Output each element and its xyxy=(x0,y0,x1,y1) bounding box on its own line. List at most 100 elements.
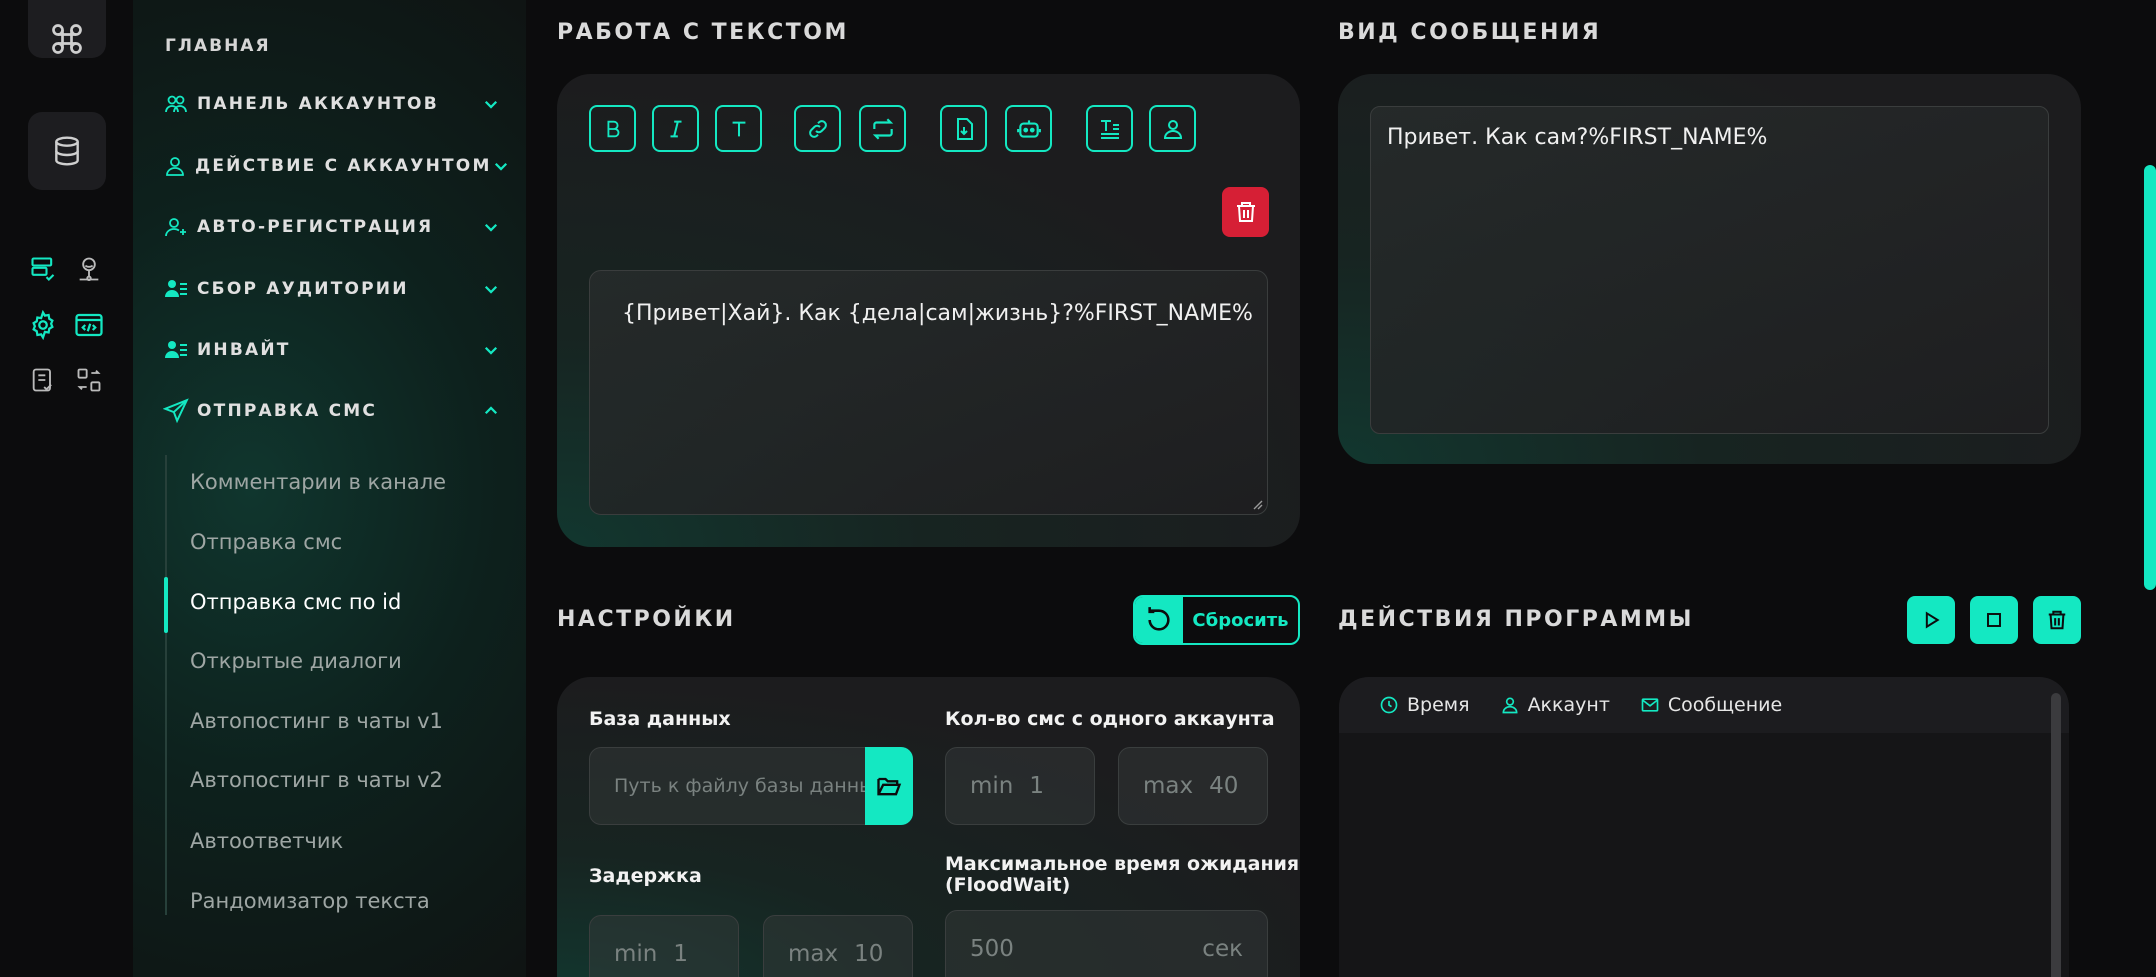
database-path-placeholder: Путь к файлу базы данных xyxy=(614,775,886,797)
message-preview-title: ВИД СООБЩЕНИЯ xyxy=(1338,20,1602,45)
italic-button[interactable] xyxy=(652,105,699,152)
delay-max-label: max xyxy=(788,941,839,967)
sidebar-section-label: ОТПРАВКА СМС xyxy=(197,401,378,421)
delay-min-value: 1 xyxy=(673,941,689,967)
gear-icon xyxy=(32,310,54,340)
file-import-icon xyxy=(956,117,973,140)
bot-button[interactable] xyxy=(1005,105,1052,152)
send-icon xyxy=(163,398,189,424)
settings-title: НАСТРОЙКИ xyxy=(557,607,736,632)
bold-icon xyxy=(607,120,619,137)
floodwait-unit: сек xyxy=(1202,936,1243,962)
clear-log-button[interactable] xyxy=(2033,596,2081,644)
log-column-time-label: Время xyxy=(1407,694,1470,716)
server-check-icon xyxy=(31,257,55,281)
log-column-message: Сообщение xyxy=(1640,694,1782,716)
sms-max-input[interactable]: max 40 xyxy=(1118,747,1268,825)
trash-icon xyxy=(2048,610,2066,630)
database-button[interactable] xyxy=(28,112,106,190)
user-variable-button[interactable] xyxy=(1149,105,1196,152)
sidebar-section-invite[interactable]: ИНВАЙТ xyxy=(163,330,503,370)
sms-per-account-label: Кол-во смс с одного аккаунта xyxy=(945,708,1275,730)
chevron-down-icon xyxy=(479,338,503,362)
sidebar-section-label: ДЕЙСТВИЕ С АККАУНТОМ xyxy=(195,156,492,176)
sidebar-item-channel-comments[interactable]: Комментарии в канале xyxy=(190,470,446,494)
reset-button[interactable]: Сбросить xyxy=(1133,595,1300,645)
code-window-icon xyxy=(75,313,103,337)
sidebar-section-send-sms[interactable]: ОТПРАВКА СМС xyxy=(163,391,503,431)
log-column-account: Аккаунт xyxy=(1500,694,1610,716)
repeat-icon xyxy=(872,117,893,140)
sms-min-input[interactable]: min 1 xyxy=(945,747,1095,825)
log-column-message-label: Сообщение xyxy=(1667,694,1783,716)
sidebar-section-audience-collection[interactable]: СБОР АУДИТОРИИ xyxy=(163,269,503,309)
sms-max-label: max xyxy=(1143,773,1194,799)
browse-database-button[interactable] xyxy=(865,747,913,825)
sidebar-home-link[interactable]: ГЛАВНАЯ xyxy=(165,36,271,56)
sidebar-item-autoresponder[interactable]: Автоответчик xyxy=(190,829,343,853)
document-check-icon xyxy=(32,368,52,392)
sidebar: ГЛАВНАЯ ПАНЕЛЬ АККАУНТОВ ДЕЙСТВИЕ С АККА… xyxy=(133,0,526,977)
repeat-button[interactable] xyxy=(859,105,906,152)
bold-button[interactable] xyxy=(589,105,636,152)
user-plus-icon xyxy=(163,214,189,240)
user-list-icon xyxy=(163,337,189,363)
text-format-button[interactable] xyxy=(1086,105,1133,152)
stop-icon xyxy=(1987,613,2001,627)
text-button[interactable] xyxy=(715,105,762,152)
page-scrollbar[interactable] xyxy=(2144,165,2156,590)
chevron-down-icon xyxy=(492,154,510,178)
trash-icon xyxy=(1236,202,1255,222)
submenu-line xyxy=(165,455,167,915)
transfer-button[interactable] xyxy=(74,365,104,395)
delay-min-input[interactable]: min 1 xyxy=(589,915,739,977)
settings-button[interactable] xyxy=(28,310,58,340)
resize-handle-icon[interactable] xyxy=(1251,498,1263,510)
folder-open-icon xyxy=(877,777,902,796)
sidebar-item-send-sms-by-id[interactable]: Отправка смс по id xyxy=(190,590,401,614)
start-button[interactable] xyxy=(1907,596,1955,644)
text-input-value: {Привет|Хай}. Как {дела|сам|жизнь}?%FIRS… xyxy=(622,301,1253,326)
sidebar-item-open-dialogs[interactable]: Открытые диалоги xyxy=(190,649,402,673)
sidebar-item-autoposting-v2[interactable]: Автопостинг в чаты v2 xyxy=(190,768,443,792)
chevron-up-icon xyxy=(479,399,503,423)
sidebar-item-send-sms[interactable]: Отправка смс xyxy=(190,530,342,554)
text-input-area[interactable]: {Привет|Хай}. Как {дела|сам|жизнь}?%FIRS… xyxy=(589,270,1268,515)
code-window-button[interactable] xyxy=(74,310,104,340)
program-actions-title: ДЕЙСТВИЯ ПРОГРАММЫ xyxy=(1338,607,1694,632)
sidebar-item-autoposting-v1[interactable]: Автопостинг в чаты v1 xyxy=(190,709,443,733)
delay-max-input[interactable]: max 10 xyxy=(763,915,913,977)
user-icon xyxy=(1502,697,1518,714)
floodwait-input[interactable]: 500 сек xyxy=(945,910,1268,977)
italic-icon xyxy=(670,120,681,137)
link-button[interactable] xyxy=(794,105,841,152)
user-network-button[interactable] xyxy=(74,254,104,284)
log-scrollbar[interactable] xyxy=(2051,693,2061,977)
chevron-down-icon xyxy=(479,215,503,239)
sidebar-section-account-actions[interactable]: ДЕЙСТВИЕ С АККАУНТОМ xyxy=(163,146,507,186)
stop-button[interactable] xyxy=(1970,596,2018,644)
submenu-active-indicator xyxy=(164,577,168,633)
sidebar-section-auto-registration[interactable]: АВТО-РЕГИСТРАЦИЯ xyxy=(163,207,503,247)
delay-max-value: 10 xyxy=(854,941,884,967)
sidebar-section-label: СБОР АУДИТОРИИ xyxy=(197,279,409,299)
users-icon xyxy=(163,91,189,117)
transfer-icon xyxy=(77,368,101,392)
log-column-account-label: Аккаунт xyxy=(1527,694,1610,716)
bot-icon xyxy=(1016,119,1041,138)
sidebar-section-label: АВТО-РЕГИСТРАЦИЯ xyxy=(197,217,434,237)
command-button[interactable] xyxy=(28,0,106,58)
message-preview-text: Привет. Как сам?%FIRST_NAME% xyxy=(1387,125,1768,150)
doc-check-button[interactable] xyxy=(28,365,58,395)
sidebar-section-accounts-panel[interactable]: ПАНЕЛЬ АККАУНТОВ xyxy=(163,84,503,124)
icon-rail xyxy=(0,0,133,977)
text-work-title: РАБОТА С ТЕКСТОМ xyxy=(557,20,849,45)
database-icon xyxy=(55,136,79,166)
file-import-button[interactable] xyxy=(940,105,987,152)
link-icon xyxy=(808,119,827,138)
clear-text-button[interactable] xyxy=(1222,187,1269,237)
server-check-button[interactable] xyxy=(28,254,58,284)
floodwait-value: 500 xyxy=(970,936,1014,962)
delay-min-label: min xyxy=(614,941,658,967)
sidebar-item-text-randomizer[interactable]: Рандомизатор текста xyxy=(190,889,430,913)
